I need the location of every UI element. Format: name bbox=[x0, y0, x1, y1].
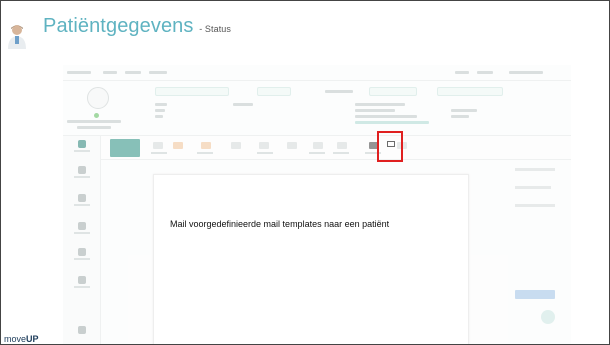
patient-detail bbox=[77, 126, 111, 129]
nav-label bbox=[74, 232, 90, 234]
info-field bbox=[257, 87, 291, 96]
info-text bbox=[155, 109, 165, 112]
mail-templates-modal: Mail voorgedefinieerde mail templates na… bbox=[153, 174, 469, 344]
info-text bbox=[325, 90, 353, 93]
info-text bbox=[233, 103, 253, 106]
toolbar-label bbox=[309, 152, 325, 154]
nav-icon bbox=[78, 326, 86, 334]
app-right-panel bbox=[501, 160, 571, 344]
toolbar-item bbox=[201, 142, 211, 149]
info-field bbox=[155, 87, 229, 96]
toolbar-item bbox=[231, 142, 241, 149]
nav-icon-active bbox=[78, 140, 86, 148]
toolbar-item bbox=[259, 142, 269, 149]
panel-line bbox=[515, 204, 555, 207]
app-sidebar bbox=[63, 136, 101, 344]
info-field bbox=[437, 87, 503, 96]
toolbar-item bbox=[173, 142, 183, 149]
panel-line bbox=[515, 186, 551, 189]
nav-link bbox=[149, 71, 167, 74]
toolbar-item bbox=[313, 142, 323, 149]
nav-link bbox=[103, 71, 117, 74]
info-text bbox=[355, 115, 417, 118]
panel-button bbox=[515, 290, 555, 299]
nav-link bbox=[125, 71, 141, 74]
nav-label bbox=[74, 150, 90, 152]
info-text bbox=[451, 115, 469, 118]
info-text bbox=[355, 103, 405, 106]
panel-circle bbox=[541, 310, 555, 324]
nav-label bbox=[74, 176, 90, 178]
toolbar-label bbox=[333, 152, 349, 154]
nav-label bbox=[74, 204, 90, 206]
toolbar-item bbox=[153, 142, 163, 149]
mail-button-highlight[interactable] bbox=[377, 131, 403, 162]
nav-icon bbox=[78, 222, 86, 230]
doctor-avatar-icon bbox=[8, 25, 26, 49]
nav-icon bbox=[78, 276, 86, 284]
info-field bbox=[369, 87, 417, 96]
app-top-bar bbox=[63, 65, 571, 81]
patient-name bbox=[67, 120, 121, 123]
patient-info-area bbox=[63, 81, 571, 136]
nav-icon bbox=[78, 248, 86, 256]
slide-title: Patiëntgegevens - Status bbox=[43, 15, 231, 37]
info-link bbox=[355, 121, 429, 124]
moveup-logo: moveUP bbox=[4, 334, 39, 344]
toolbar-item bbox=[287, 142, 297, 149]
top-control bbox=[509, 71, 543, 74]
panel-line bbox=[515, 168, 555, 171]
info-text bbox=[451, 109, 477, 112]
info-text bbox=[155, 103, 167, 106]
nav-icon bbox=[78, 166, 86, 174]
mail-icon bbox=[387, 141, 395, 147]
nav-icon bbox=[78, 194, 86, 202]
toolbar-label bbox=[151, 152, 167, 154]
toolbar-status-button bbox=[110, 139, 140, 157]
app-toolbar bbox=[101, 136, 571, 160]
modal-description: Mail voorgedefinieerde mail templates na… bbox=[170, 219, 390, 229]
info-text bbox=[355, 109, 395, 112]
status-dot bbox=[94, 113, 99, 118]
info-text bbox=[155, 115, 163, 118]
slide-subtitle: - Status bbox=[199, 24, 231, 34]
toolbar-label bbox=[257, 152, 273, 154]
top-control bbox=[455, 71, 469, 74]
nav-label bbox=[74, 258, 90, 260]
slide: Patiëntgegevens - Status Mail voorgedefi… bbox=[0, 0, 610, 345]
patient-photo bbox=[87, 87, 109, 109]
toolbar-item bbox=[337, 142, 347, 149]
nav-label bbox=[74, 286, 90, 288]
toolbar-label bbox=[197, 152, 213, 154]
app-logo bbox=[67, 71, 91, 74]
top-control bbox=[477, 71, 493, 74]
